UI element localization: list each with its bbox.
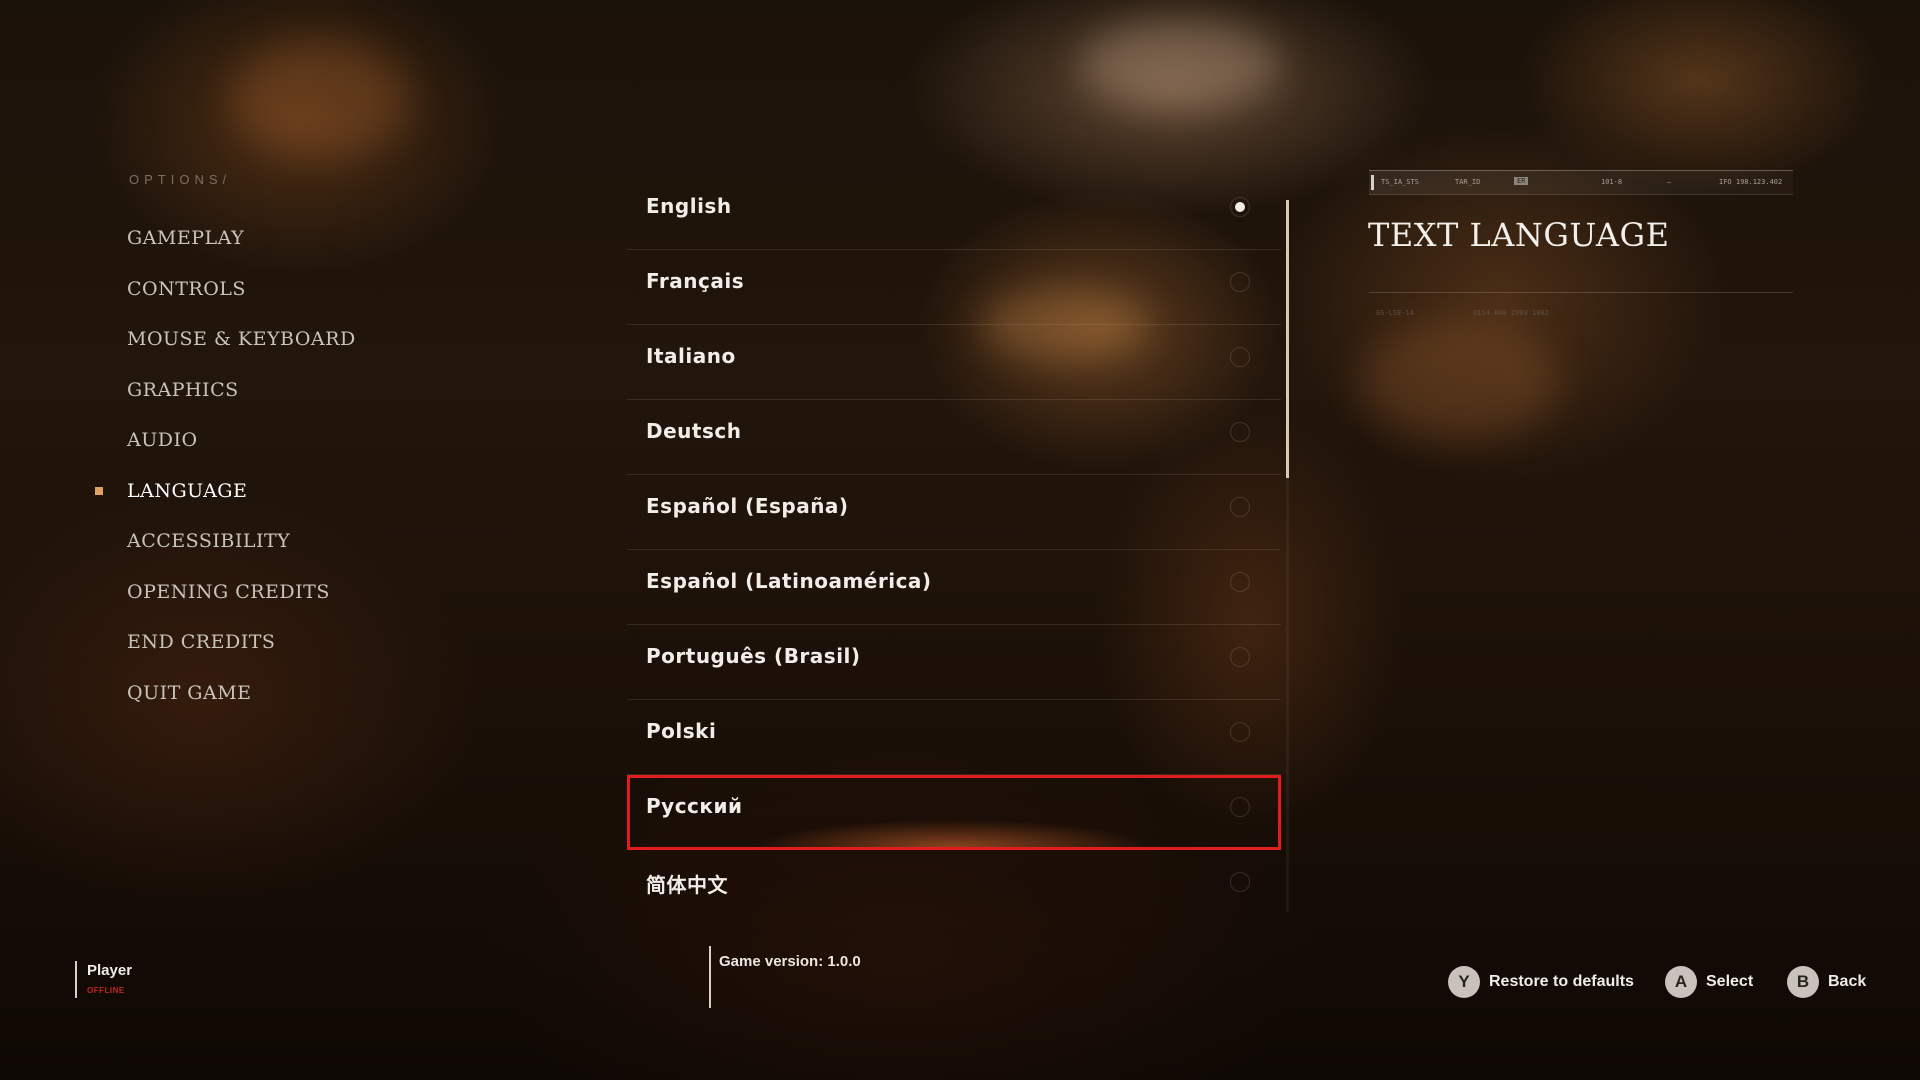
language-option-simplified-chinese[interactable]: 简体中文 xyxy=(627,850,1281,925)
language-option-portugues-brasil[interactable]: Português (Brasil) xyxy=(627,625,1281,700)
menu-item-opening-credits[interactable]: OPENING CREDITS xyxy=(127,573,356,624)
player-divider xyxy=(75,961,77,998)
header-code: IFO 198.123.402 xyxy=(1719,178,1783,186)
radio-icon[interactable] xyxy=(1230,497,1250,517)
a-button-icon: A xyxy=(1665,966,1697,998)
radio-icon[interactable] xyxy=(1230,272,1250,292)
player-name: Player xyxy=(87,962,133,979)
menu-item-audio[interactable]: AUDIO xyxy=(127,421,356,472)
version-divider xyxy=(709,946,711,1008)
prompt-label: Restore to defaults xyxy=(1489,973,1634,990)
language-option-russian[interactable]: Русский xyxy=(627,775,1281,850)
header-code: — xyxy=(1667,178,1672,186)
radio-icon[interactable] xyxy=(1230,347,1250,367)
menu-item-label: ACCESSIBILITY xyxy=(127,530,291,552)
menu-item-label: MOUSE & KEYBOARD xyxy=(127,328,356,350)
scrollbar-thumb[interactable] xyxy=(1286,200,1289,478)
language-label: Italiano xyxy=(646,344,736,368)
menu-item-gameplay[interactable]: GAMEPLAY xyxy=(127,219,356,270)
language-list: English Français Italiano Deutsch Españo… xyxy=(627,175,1281,925)
select-button[interactable]: A Select xyxy=(1665,966,1753,998)
language-label: Русский xyxy=(646,794,743,818)
header-code: TS_IA_STS xyxy=(1381,178,1419,186)
info-meta-code: 0114 040 2903 1802 xyxy=(1473,309,1549,317)
y-button-icon: Y xyxy=(1448,966,1480,998)
back-button[interactable]: B Back xyxy=(1787,966,1866,998)
info-panel-divider xyxy=(1369,292,1793,293)
player-status: OFFLINE xyxy=(87,986,125,995)
header-bar-icon xyxy=(1371,175,1374,190)
menu-item-controls[interactable]: CONTROLS xyxy=(127,270,356,321)
language-option-italiano[interactable]: Italiano xyxy=(627,325,1281,400)
background-light-streak xyxy=(1360,320,1560,440)
language-label: Polski xyxy=(646,719,717,743)
background-light-streak xyxy=(230,40,410,160)
options-menu: GAMEPLAY CONTROLS MOUSE & KEYBOARD GRAPH… xyxy=(95,219,356,725)
info-panel-header: TS_IA_STS TAR_ID ER 101-8 — IFO 198.123.… xyxy=(1369,170,1793,195)
menu-item-quit-game[interactable]: QUIT GAME xyxy=(127,674,356,725)
menu-item-label: AUDIO xyxy=(127,429,198,451)
menu-item-end-credits[interactable]: END CREDITS xyxy=(127,623,356,674)
language-option-polski[interactable]: Polski xyxy=(627,700,1281,775)
radio-icon[interactable] xyxy=(1230,572,1250,592)
radio-selected-icon[interactable] xyxy=(1230,197,1250,217)
radio-icon[interactable] xyxy=(1230,872,1250,892)
menu-item-label: GAMEPLAY xyxy=(127,227,245,249)
language-label: English xyxy=(646,194,732,218)
header-code-chip: ER xyxy=(1514,177,1529,185)
language-label: Deutsch xyxy=(646,419,742,443)
radio-icon[interactable] xyxy=(1230,647,1250,667)
menu-item-label: CONTROLS xyxy=(127,277,246,300)
radio-icon[interactable] xyxy=(1230,422,1250,442)
info-panel-title: TEXT LANGUAGE xyxy=(1368,216,1670,254)
restore-defaults-button[interactable]: Y Restore to defaults xyxy=(1448,966,1634,998)
breadcrumb: OPTIONS/ xyxy=(129,172,232,187)
language-label: Français xyxy=(646,269,745,293)
radio-icon[interactable] xyxy=(1230,722,1250,742)
b-button-icon: B xyxy=(1787,966,1819,998)
menu-item-label: QUIT GAME xyxy=(127,681,252,704)
language-label: Español (España) xyxy=(646,494,849,518)
radio-icon[interactable] xyxy=(1230,797,1250,817)
active-marker-icon xyxy=(95,486,103,495)
info-meta-code: GS-LSE-14 xyxy=(1376,309,1414,317)
prompt-label: Back xyxy=(1828,973,1867,990)
language-option-espanol-espana[interactable]: Español (España) xyxy=(627,475,1281,550)
language-option-francais[interactable]: Français xyxy=(627,250,1281,325)
language-label: Português (Brasil) xyxy=(646,644,861,668)
menu-item-accessibility[interactable]: ACCESSIBILITY xyxy=(127,522,356,573)
language-option-english[interactable]: English xyxy=(627,175,1281,250)
header-code: TAR_ID xyxy=(1455,178,1481,186)
language-label: Español (Latinoamérica) xyxy=(646,569,932,593)
prompt-label: Select xyxy=(1706,973,1754,990)
language-option-deutsch[interactable]: Deutsch xyxy=(627,400,1281,475)
background-light-streak xyxy=(1080,20,1280,110)
menu-item-label: END CREDITS xyxy=(127,631,276,653)
menu-item-label: LANGUAGE xyxy=(127,479,248,502)
language-label: 简体中文 xyxy=(646,873,728,897)
game-version: Game version: 1.0.0 xyxy=(719,953,861,970)
language-option-espanol-latinoamerica[interactable]: Español (Latinoamérica) xyxy=(627,550,1281,625)
menu-item-label: GRAPHICS xyxy=(127,378,239,401)
menu-item-mouse-keyboard[interactable]: MOUSE & KEYBOARD xyxy=(127,320,356,371)
menu-item-language[interactable]: LANGUAGE xyxy=(95,472,356,523)
menu-item-label: OPENING CREDITS xyxy=(127,580,330,603)
menu-item-graphics[interactable]: GRAPHICS xyxy=(127,371,356,422)
header-code: 101-8 xyxy=(1601,178,1623,186)
